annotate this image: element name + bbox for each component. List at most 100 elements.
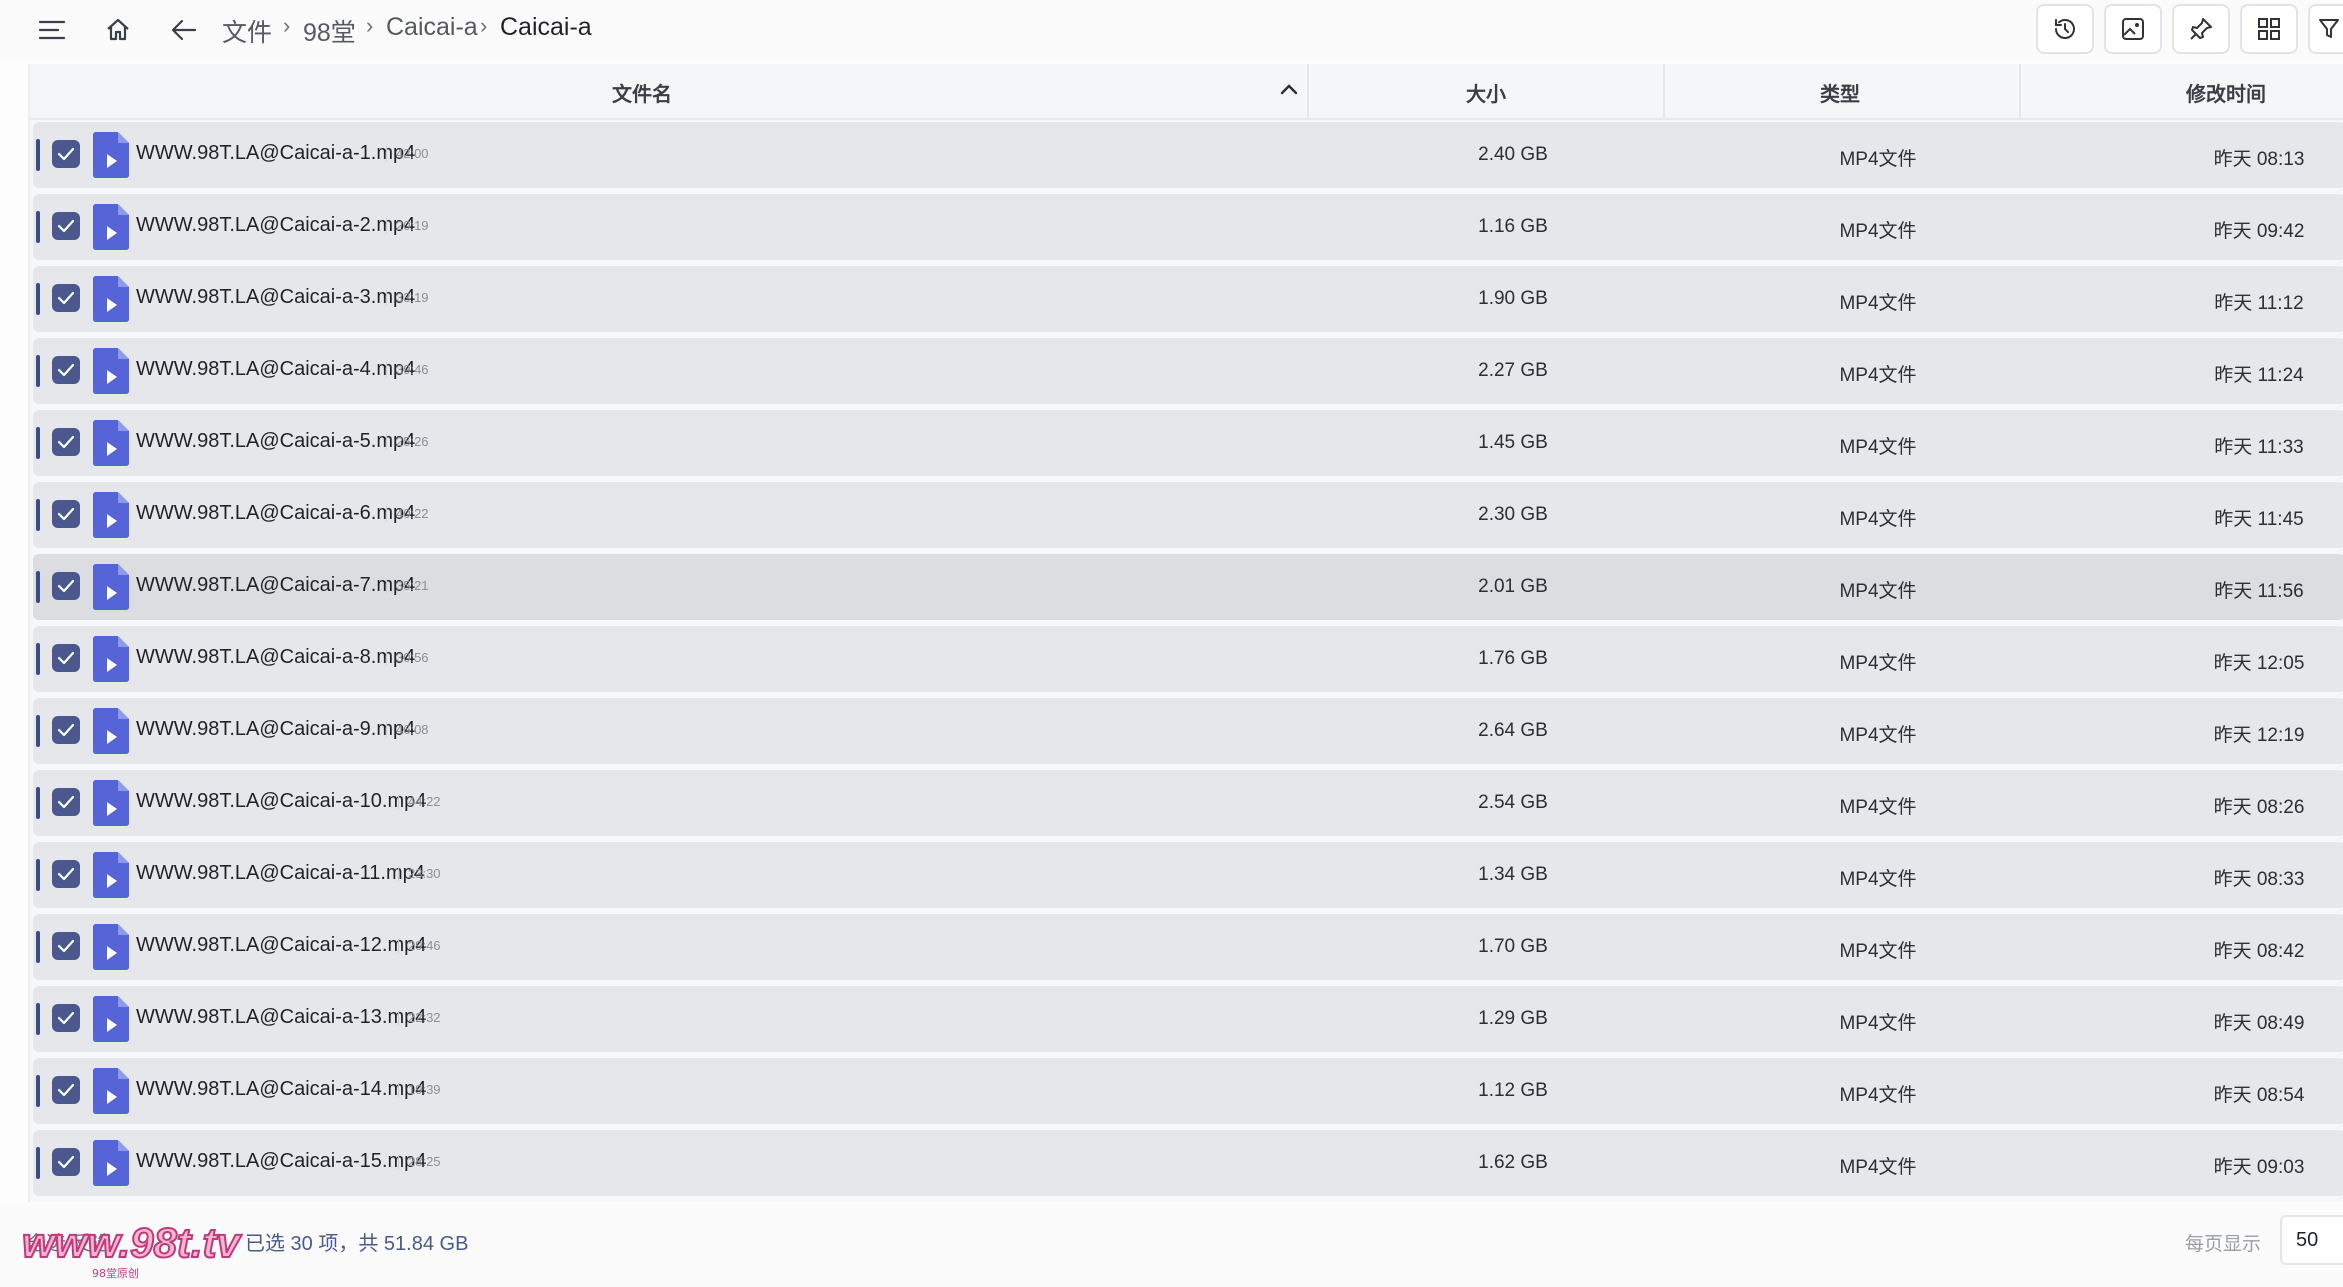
row-checkbox[interactable] [52, 500, 80, 528]
toolbar: 文件 › 98堂 › Caicai-a › Caicai-a [0, 0, 2343, 62]
video-file-icon [93, 636, 129, 682]
column-header-size[interactable]: 大小 [1466, 78, 1506, 107]
row-checkbox[interactable] [52, 644, 80, 672]
breadcrumb-item[interactable]: 文件 [222, 13, 272, 49]
video-file-icon [93, 348, 129, 394]
checkmark-icon [57, 363, 75, 377]
row-checkbox[interactable] [52, 1148, 80, 1176]
file-name[interactable]: WWW.98T.LA@Caicai-a-6.mp4 [136, 502, 415, 525]
table-row[interactable]: WWW.98T.LA@Caicai-a-15.mp4 28:25 1.62 GB MP… [33, 1130, 2343, 1196]
video-file-icon [93, 996, 129, 1042]
file-type: MP4文件 [1839, 941, 1917, 962]
file-name[interactable]: WWW.98T.LA@Caicai-a-13.mp4 [136, 1006, 426, 1029]
table-header: 文件名 大小 类型 修改时间 [30, 64, 2343, 120]
checkmark-icon [57, 435, 75, 449]
column-header-modified[interactable]: 修改时间 [2186, 78, 2266, 107]
file-size: 2.54 GB [1478, 792, 1548, 813]
video-file-icon [93, 492, 129, 538]
file-name[interactable]: WWW.98T.LA@Caicai-a-3.mp4 [136, 286, 415, 309]
table-row[interactable]: WWW.98T.LA@Caicai-a-3.mp4 33:19 1.90 GB MP4… [33, 266, 2343, 332]
chevron-right-icon: › [283, 13, 291, 38]
file-name[interactable]: WWW.98T.LA@Caicai-a-2.mp4 [136, 214, 415, 237]
video-duration: 19:39 [398, 1082, 441, 1097]
file-size: 1.34 GB [1478, 864, 1548, 885]
image-view-button[interactable] [2104, 4, 2162, 54]
selection-indicator [36, 931, 40, 963]
file-size: 1.70 GB [1478, 936, 1548, 957]
video-file-icon [93, 276, 129, 322]
history-button[interactable] [2036, 4, 2094, 54]
modified-time: 昨天 08:13 [2213, 149, 2305, 170]
row-checkbox[interactable] [52, 428, 80, 456]
row-checkbox[interactable] [52, 932, 80, 960]
table-row[interactable]: WWW.98T.LA@Caicai-a-5.mp4 25:26 1.45 GB MP4… [33, 410, 2343, 476]
video-file-icon [93, 564, 129, 610]
menu-icon[interactable] [32, 10, 72, 50]
file-size: 1.29 GB [1478, 1008, 1548, 1029]
modified-time: 昨天 11:12 [2214, 293, 2304, 314]
modified-time: 昨天 08:33 [2213, 869, 2305, 890]
file-name[interactable]: WWW.98T.LA@Caicai-a-12.mp4 [136, 934, 426, 957]
row-checkbox[interactable] [52, 140, 80, 168]
file-name[interactable]: WWW.98T.LA@Caicai-a-5.mp4 [136, 430, 415, 453]
row-checkbox[interactable] [52, 1004, 80, 1032]
column-header-type[interactable]: 类型 [1820, 78, 1860, 107]
file-name[interactable]: WWW.98T.LA@Caicai-a-10.mp4 [136, 790, 426, 813]
checkmark-icon [57, 579, 75, 593]
table-row[interactable]: WWW.98T.LA@Caicai-a-14.mp4 19:39 1.12 GB MP… [33, 1058, 2343, 1124]
selection-indicator [36, 139, 40, 171]
file-name[interactable]: WWW.98T.LA@Caicai-a-14.mp4 [136, 1078, 426, 1101]
table-row[interactable]: WWW.98T.LA@Caicai-a-12.mp4 29:46 1.70 GB MP… [33, 914, 2343, 980]
modified-time: 昨天 11:33 [2214, 437, 2304, 458]
grid-view-button[interactable] [2240, 4, 2298, 54]
table-row[interactable]: WWW.98T.LA@Caicai-a-8.mp4 30:56 1.76 GB MP4… [33, 626, 2343, 692]
pin-button[interactable] [2172, 4, 2230, 54]
file-name[interactable]: WWW.98T.LA@Caicai-a-15.mp4 [136, 1150, 426, 1173]
modified-time: 昨天 09:42 [2213, 221, 2305, 242]
table-row[interactable]: WWW.98T.LA@Caicai-a-6.mp4 40:22 2.30 GB MP4… [33, 482, 2343, 548]
table-row[interactable]: WWW.98T.LA@Caicai-a-10.mp4 44:22 2.54 GB MP… [33, 770, 2343, 836]
video-file-icon [93, 852, 129, 898]
breadcrumb-item[interactable]: 98堂 [303, 13, 356, 49]
row-checkbox[interactable] [52, 788, 80, 816]
filter-button[interactable] [2308, 4, 2343, 54]
file-name[interactable]: WWW.98T.LA@Caicai-a-7.mp4 [136, 574, 415, 597]
file-name[interactable]: WWW.98T.LA@Caicai-a-9.mp4 [136, 718, 415, 741]
table-row[interactable]: WWW.98T.LA@Caicai-a-13.mp4 22:32 1.29 GB MP… [33, 986, 2343, 1052]
row-checkbox[interactable] [52, 860, 80, 888]
row-checkbox[interactable] [52, 284, 80, 312]
table-row[interactable]: WWW.98T.LA@Caicai-a-4.mp4 39:46 2.27 GB MP4… [33, 338, 2343, 404]
file-type: MP4文件 [1839, 365, 1917, 386]
file-name[interactable]: WWW.98T.LA@Caicai-a-8.mp4 [136, 646, 415, 669]
table-row[interactable]: WWW.98T.LA@Caicai-a-1.mp4 42:00 2.40 GB MP4… [33, 122, 2343, 188]
table-row[interactable]: WWW.98T.LA@Caicai-a-7.mp4 35:21 2.01 GB MP4… [33, 554, 2343, 620]
video-duration: 25:26 [386, 434, 429, 449]
row-checkbox[interactable] [52, 1076, 80, 1104]
status-bar: 全选 反选 已选 30 项，共 51.84 GB 每页显示 50 www.98t… [0, 1205, 2343, 1287]
column-header-name[interactable]: 文件名 [612, 78, 672, 107]
row-checkbox[interactable] [52, 716, 80, 744]
checkmark-icon [57, 723, 75, 737]
video-duration: 46:08 [386, 722, 429, 737]
file-name[interactable]: WWW.98T.LA@Caicai-a-4.mp4 [136, 358, 415, 381]
file-size: 2.40 GB [1478, 144, 1548, 165]
table-row[interactable]: WWW.98T.LA@Caicai-a-2.mp4 20:19 1.16 GB MP4… [33, 194, 2343, 260]
row-checkbox[interactable] [52, 356, 80, 384]
table-row[interactable]: WWW.98T.LA@Caicai-a-11.mp4 23:30 1.34 GB MP… [33, 842, 2343, 908]
filter-icon [2319, 19, 2339, 38]
breadcrumb-item[interactable]: Caicai-a [386, 13, 478, 42]
table-row[interactable]: WWW.98T.LA@Caicai-a-9.mp4 46:08 2.64 GB MP4… [33, 698, 2343, 764]
sort-ascending-icon[interactable] [1280, 82, 1298, 101]
breadcrumb-current: Caicai-a [500, 13, 592, 41]
selection-indicator [36, 355, 40, 387]
per-page-select[interactable]: 50 [2280, 1215, 2343, 1265]
file-name[interactable]: WWW.98T.LA@Caicai-a-11.mp4 [136, 862, 425, 885]
row-checkbox[interactable] [52, 572, 80, 600]
video-file-icon [93, 1068, 129, 1114]
selection-indicator [36, 859, 40, 891]
home-icon[interactable] [98, 10, 138, 50]
file-name[interactable]: WWW.98T.LA@Caicai-a-1.mp4 [136, 142, 415, 165]
modified-time: 昨天 08:54 [2213, 1085, 2305, 1106]
row-checkbox[interactable] [52, 212, 80, 240]
back-arrow-icon[interactable] [164, 10, 204, 50]
